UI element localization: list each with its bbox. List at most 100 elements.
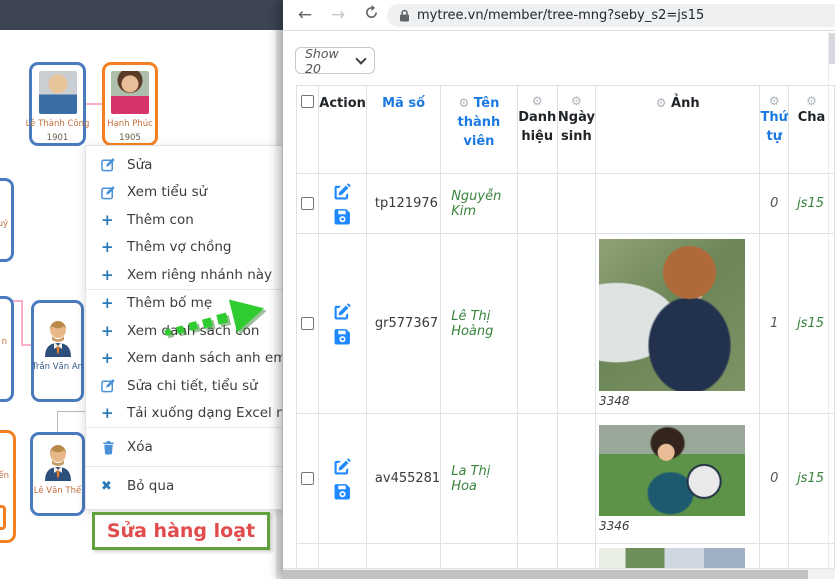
back-icon[interactable]: ← [294,5,316,25]
menu-item-xoa[interactable]: Xóa [86,428,282,466]
trash-icon [101,440,127,455]
save-icon[interactable] [334,208,351,225]
spouse-connector-line [85,103,102,105]
member-order: 0 [760,414,789,544]
person-card-partial-corner[interactable] [0,505,6,530]
column-header-ma-so[interactable]: Mã số [366,86,440,174]
person-photo [39,71,77,114]
plus-icon: + [101,349,127,367]
male-avatar-icon [41,443,75,481]
person-birth-year: 1905 [119,133,141,143]
menu-item-sua-chi-tiet[interactable]: Sửa chi tiết, tiểu sử [86,372,282,400]
person-card-le-thanh-cong[interactable]: Lê Thành Công 1901 [29,62,86,146]
save-icon[interactable] [334,328,351,345]
arrow-dash [202,317,213,328]
url-text: mytree.vn/member/tree-mng?seby_s2=js15 [417,8,704,23]
member-danh-hieu [517,414,557,544]
edit-icon[interactable] [333,182,352,201]
menu-item-them-vo-chong[interactable]: + Thêm vợ chồng [86,234,282,262]
column-header-ten-thanh-vien[interactable]: ⚙ Tên thành viên [441,86,517,174]
plus-icon: + [101,404,127,422]
member-photo [599,425,745,516]
address-bar[interactable]: mytree.vn/member/tree-mng?seby_s2=js15 [387,4,835,27]
vertical-scrollbar-track[interactable] [828,31,835,568]
arrow-dash [176,325,184,333]
member-ngay-sinh [557,174,595,234]
person-birth-year: 1901 [47,133,69,143]
members-table: Action Mã số ⚙ Tên thành viên ⚙Danh hiệu… [296,85,835,579]
person-card-hanh-phuc[interactable]: Hạnh Phúc 1905 [102,62,158,146]
person-photo [111,71,149,114]
select-all-checkbox[interactable] [301,95,314,108]
gear-icon[interactable]: ⚙ [760,95,788,108]
table-header-row: Action Mã số ⚙ Tên thành viên ⚙Danh hiệu… [297,86,835,174]
menu-item-label: Xem tiểu sử [127,184,207,200]
arrow-dash [164,329,171,336]
edit-icon[interactable] [333,302,352,321]
gear-icon[interactable]: ⚙ [656,96,667,110]
gear-icon[interactable]: ⚙ [458,96,469,110]
gear-icon[interactable]: ⚙ [518,95,557,108]
menu-item-sua[interactable]: Sửa [86,151,282,179]
menu-item-xem-tieu-su[interactable]: Xem tiểu sử [86,179,282,207]
person-name: Trần Văn An [32,362,83,372]
plus-icon: + [101,266,127,284]
column-header-thu-tu[interactable]: ⚙Thứ tự [760,86,789,174]
person-card-partial-mid[interactable]: n [0,296,14,402]
arrow-head [229,292,268,333]
member-name: Nguyễn Kim [441,174,517,234]
screenshot-stage: Quý n ến Lê Thành Công 1901 Hạnh Phúc 19… [0,0,835,579]
plus-icon: + [101,238,127,256]
chevron-down-icon [355,53,366,64]
edit-square-icon [101,157,127,172]
show-entries-select[interactable]: Show 20 [295,47,375,74]
member-name: Lê Thị Hoàng [441,234,517,414]
bulk-edit-label: Sửa hàng loạt [107,520,255,542]
menu-item-label: Tải xuống dạng Excel nhánh [127,405,283,421]
column-header-danh-hieu[interactable]: ⚙Danh hiệu [517,86,557,174]
reload-icon[interactable] [360,5,382,25]
arrow-dash [188,321,198,331]
forward-icon[interactable]: → [327,5,349,25]
member-name: La Thị Hoa [441,414,517,544]
column-header-action[interactable]: Action [319,86,367,174]
edit-square-icon [101,378,127,393]
bulk-edit-button[interactable]: Sửa hàng loạt [92,512,270,550]
photo-caption: 3346 [599,519,759,533]
person-card-le-van-the[interactable]: Lê Văn Thế [30,432,85,516]
row-checkbox[interactable] [301,197,314,210]
tree-top-bar [0,0,283,30]
person-name: n [2,337,7,347]
show-entries-value: Show 20 [305,46,357,76]
row-checkbox[interactable] [301,472,314,485]
member-photo [599,239,745,391]
lock-icon [399,9,410,22]
menu-item-them-con[interactable]: + Thêm con [86,206,282,234]
browser-content: Show 20 Action Mã số ⚙ Tên thành viên ⚙D… [283,31,835,579]
menu-item-label: Thêm con [127,212,194,228]
edit-icon[interactable] [333,457,352,476]
person-card-partial-top[interactable]: Quý [0,178,14,262]
member-photo-cell: 3346 [595,414,759,544]
member-order: 0 [760,174,789,234]
photo-caption: 3348 [599,394,759,408]
male-avatar-icon [41,319,75,357]
menu-item-label: Bỏ qua [127,478,174,494]
person-card-tran-van-an[interactable]: Trần Văn An [31,300,84,402]
member-code: av455281 [366,414,440,544]
edit-square-icon [101,185,127,200]
menu-item-label: Sửa [127,157,152,173]
menu-item-label: Xem riêng nhánh này [127,267,272,283]
menu-item-bo-qua[interactable]: ✖ Bỏ qua [86,467,282,505]
save-icon[interactable] [334,483,351,500]
column-header-ngay-sinh[interactable]: ⚙Ngày sinh [557,86,595,174]
column-header-anh[interactable]: ⚙ Ảnh [595,86,759,174]
gear-icon[interactable]: ⚙ [558,95,595,108]
horizontal-scrollbar-track[interactable] [283,568,835,579]
select-all-cell [297,86,319,174]
horizontal-scrollbar-thumb[interactable] [283,570,808,579]
menu-item-xem-rieng-nhanh-nay[interactable]: + Xem riêng nhánh này [86,261,282,289]
browser-toolbar: ← → mytree.vn/member/tree-mng?seby_s2=js… [283,0,835,31]
menu-item-tai-xuong-excel[interactable]: + Tải xuống dạng Excel nhánh [86,400,282,428]
person-name: Quý [0,219,8,229]
